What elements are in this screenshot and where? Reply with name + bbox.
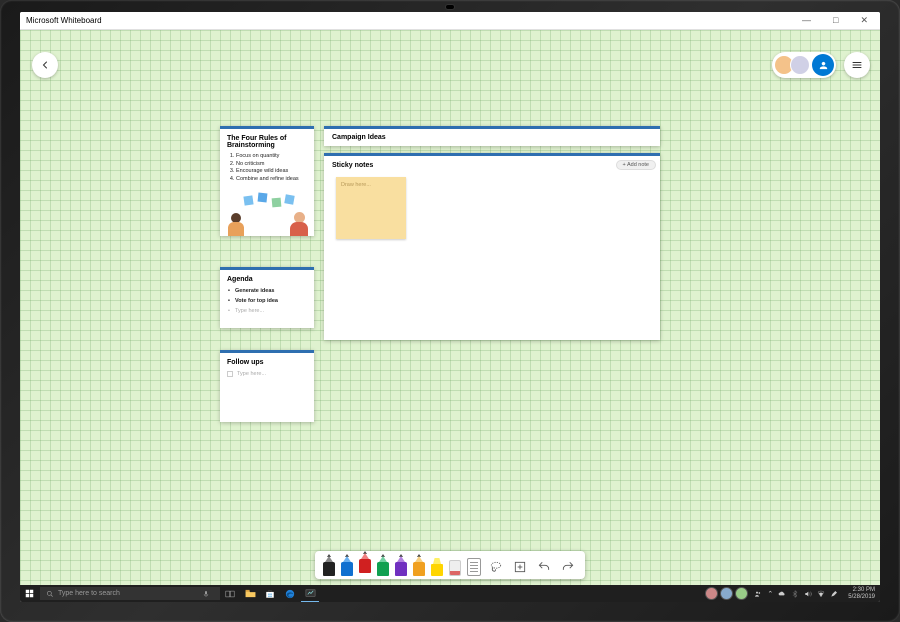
mic-icon[interactable]: [202, 590, 210, 598]
volume-icon[interactable]: [804, 590, 812, 598]
undo-button[interactable]: [535, 558, 553, 576]
window-titlebar: Microsoft Whiteboard — □ ✕: [20, 12, 880, 30]
pen-tool[interactable]: [413, 554, 425, 576]
pen-toolbar: [315, 551, 585, 579]
window-maximize-button[interactable]: □: [827, 15, 844, 26]
pen-tool[interactable]: [377, 554, 389, 576]
window-close-button[interactable]: ✕: [854, 15, 874, 26]
taskbar-avatar[interactable]: [720, 587, 733, 600]
collaborators-pill[interactable]: [772, 52, 836, 78]
collaborator-avatar: [790, 55, 810, 75]
pen-tool[interactable]: [323, 554, 335, 576]
whiteboard-canvas[interactable]: The Four Rules of Brainstorming Focus on…: [20, 30, 880, 585]
start-button[interactable]: [20, 585, 38, 602]
edge-icon[interactable]: [281, 585, 299, 602]
taskbar-avatar[interactable]: [705, 587, 718, 600]
highlighter-tool[interactable]: [431, 556, 443, 576]
sticky-placeholder: Draw here...: [341, 182, 371, 188]
invite-button[interactable]: [812, 54, 834, 76]
window-minimize-button[interactable]: —: [796, 15, 817, 26]
rules-card[interactable]: The Four Rules of Brainstorming Focus on…: [220, 126, 314, 236]
whiteboard-app-icon[interactable]: [301, 585, 319, 602]
pen-tray-icon[interactable]: [830, 590, 838, 598]
task-view-button[interactable]: [221, 585, 239, 602]
eraser-tool[interactable]: [449, 560, 461, 576]
campaign-card-header[interactable]: Campaign Ideas: [324, 126, 660, 146]
followups-card[interactable]: Follow ups Type here...: [220, 350, 314, 422]
agenda-item[interactable]: Generate ideas: [227, 288, 307, 294]
taskbar-clock[interactable]: 2:30 PM 5/28/2019: [843, 587, 880, 600]
pen-tool[interactable]: [395, 554, 407, 576]
pen-tool[interactable]: [341, 554, 353, 576]
lasso-tool[interactable]: [487, 558, 505, 576]
brainstorm-illustration: [220, 190, 314, 236]
taskbar-search[interactable]: Type here to search: [40, 587, 220, 600]
agenda-title: Agenda: [227, 276, 307, 283]
taskbar-avatar[interactable]: [735, 587, 748, 600]
people-icon[interactable]: [754, 590, 762, 598]
file-explorer-icon[interactable]: [241, 585, 259, 602]
pen-tool[interactable]: [359, 551, 371, 573]
rules-list: Focus on quantity No criticism Encourage…: [227, 153, 307, 184]
sticky-notes-card[interactable]: Sticky notes + Add note Draw here...: [324, 153, 660, 340]
followups-title: Follow ups: [227, 359, 307, 366]
ruler-tool[interactable]: [467, 558, 481, 576]
sticky-note[interactable]: Draw here...: [336, 177, 406, 239]
store-icon[interactable]: [261, 585, 279, 602]
search-icon: [46, 590, 54, 598]
agenda-card[interactable]: Agenda Generate ideas Vote for top idea …: [220, 267, 314, 328]
system-tray[interactable]: ⌃: [749, 590, 843, 598]
agenda-item[interactable]: Vote for top idea: [227, 298, 307, 304]
insert-button[interactable]: [511, 558, 529, 576]
bluetooth-icon[interactable]: [791, 590, 799, 598]
sticky-title: Sticky notes: [332, 162, 373, 169]
onedrive-icon[interactable]: [778, 590, 786, 598]
tray-chevron-icon[interactable]: ⌃: [767, 590, 773, 598]
campaign-title: Campaign Ideas: [324, 129, 660, 146]
back-button[interactable]: [32, 52, 58, 78]
checkbox-icon: [227, 371, 233, 377]
followup-add-placeholder[interactable]: Type here...: [227, 371, 307, 377]
windows-taskbar: Type here to search: [20, 585, 880, 602]
agenda-add-placeholder[interactable]: Type here...: [227, 308, 307, 314]
redo-button[interactable]: [559, 558, 577, 576]
window-title: Microsoft Whiteboard: [26, 16, 102, 25]
add-note-button[interactable]: + Add note: [616, 160, 656, 170]
network-icon[interactable]: [817, 590, 825, 598]
settings-menu-button[interactable]: [844, 52, 870, 78]
rules-title: The Four Rules of Brainstorming: [227, 135, 307, 149]
